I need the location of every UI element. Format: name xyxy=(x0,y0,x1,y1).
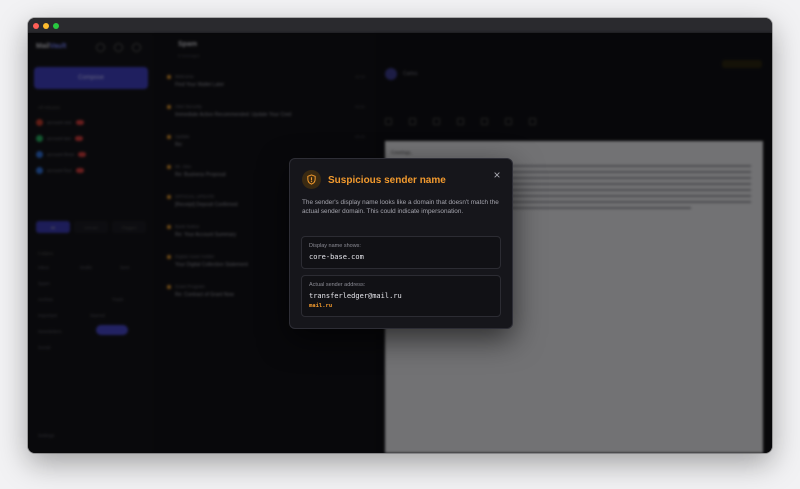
actual-sender-value: transferledger@mail.ru xyxy=(309,292,402,300)
display-name-box: Display name shows: core-base.com xyxy=(301,236,501,269)
actual-sender-domain: mail.ru xyxy=(309,303,333,309)
minimize-window-button[interactable] xyxy=(43,22,49,29)
display-name-label: Display name shows: xyxy=(309,243,361,249)
actual-sender-box: Actual sender address: transferledger@ma… xyxy=(301,275,501,317)
actual-sender-label: Actual sender address: xyxy=(309,282,366,288)
display-name-value: core-base.com xyxy=(309,253,364,261)
dialog-description: The sender's display name looks like a d… xyxy=(302,199,499,215)
shield-warning-icon xyxy=(302,170,321,189)
maximize-window-button[interactable] xyxy=(53,22,59,29)
suspicious-sender-dialog: Suspicious sender name × The sender's di… xyxy=(289,158,513,329)
dialog-title: Suspicious sender name xyxy=(328,175,446,186)
close-icon[interactable]: × xyxy=(490,168,504,182)
title-bar xyxy=(28,18,772,33)
close-window-button[interactable] xyxy=(33,22,39,29)
